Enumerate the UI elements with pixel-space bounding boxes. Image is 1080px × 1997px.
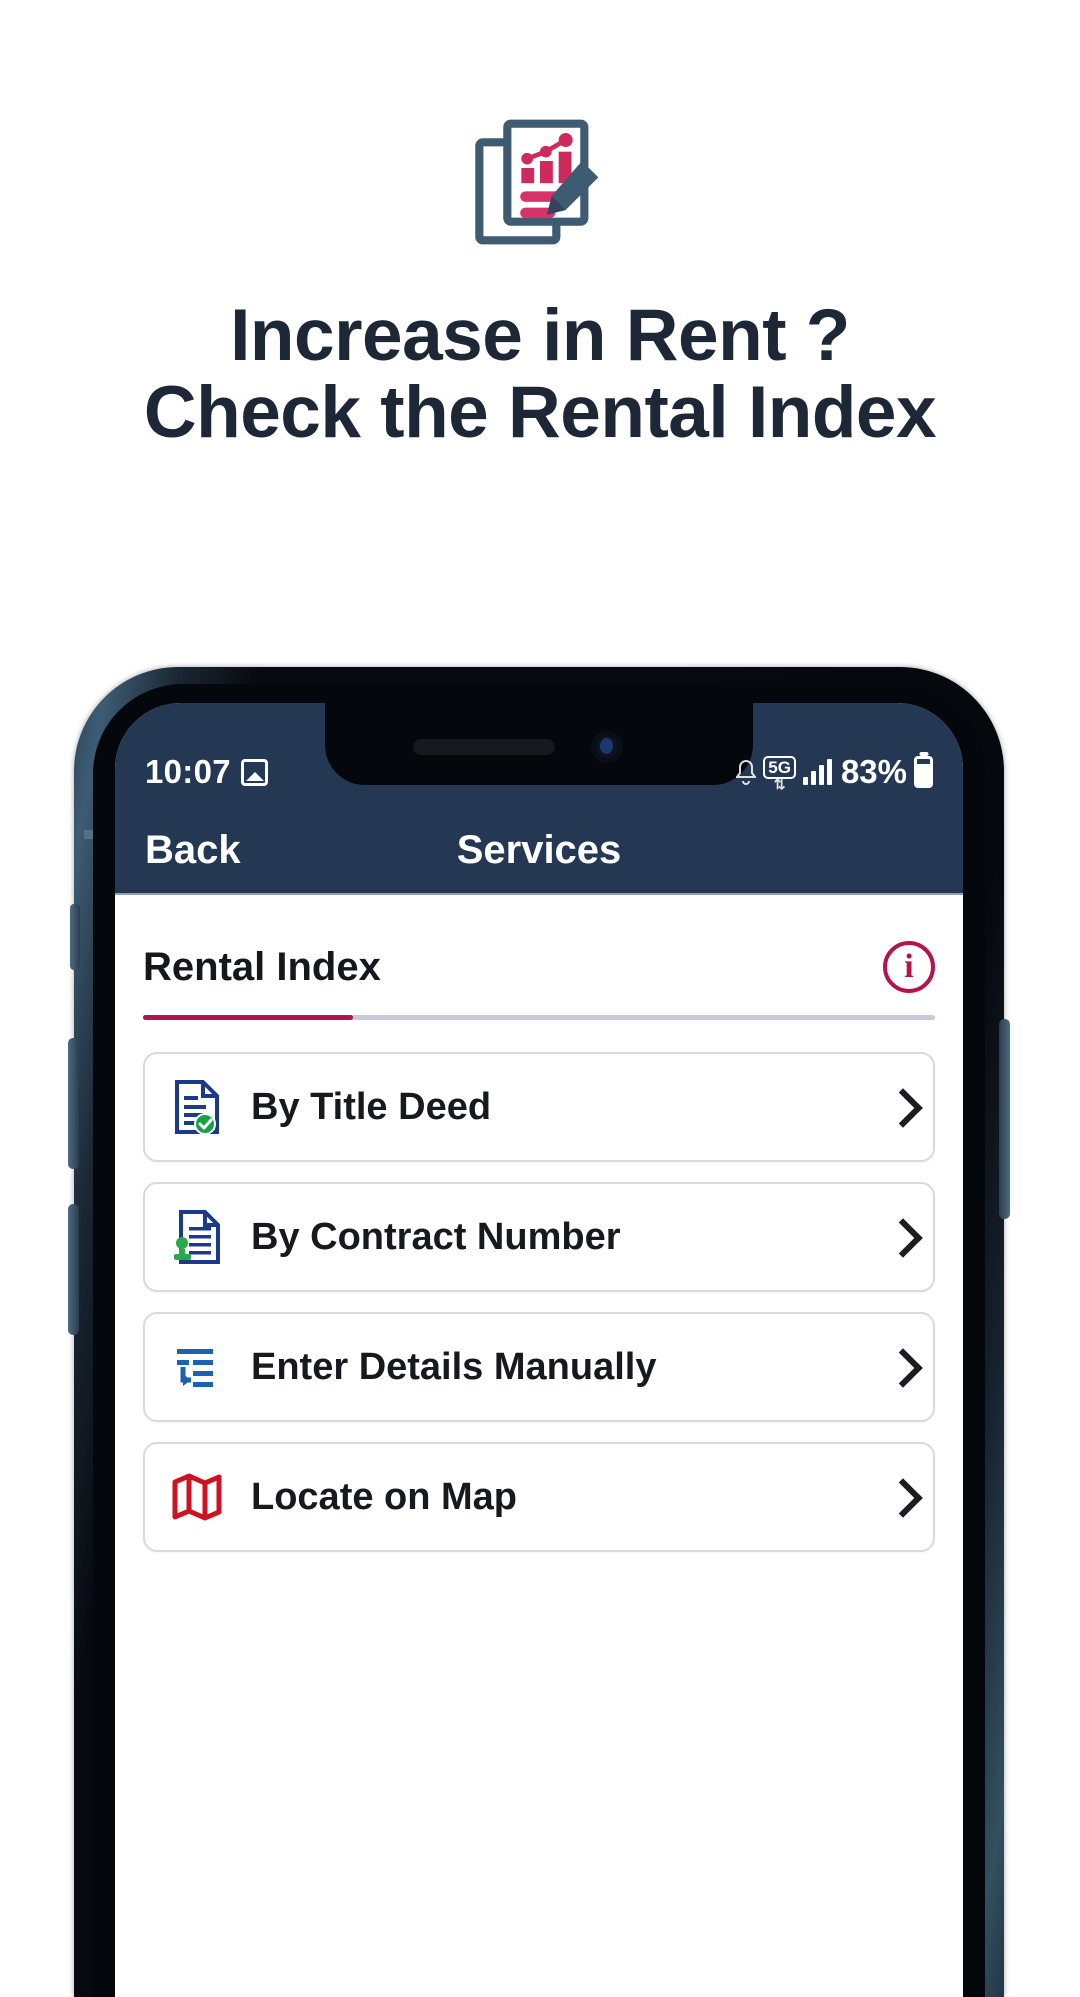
nav-title: Services	[456, 827, 622, 872]
phone-notch	[325, 703, 753, 785]
folded-map-icon	[169, 1469, 225, 1525]
list-item-label: Locate on Map	[251, 1475, 518, 1518]
list-item-label: By Title Deed	[251, 1085, 492, 1128]
chevron-right-icon	[889, 1348, 911, 1386]
form-list-entry-icon	[169, 1339, 225, 1395]
headline-line-2: Check the Rental Index	[143, 371, 937, 453]
status-bar-right: 5G ⇅ 83%	[736, 753, 933, 791]
page-title: Increase in Rent ? Check the Rental Inde…	[0, 252, 1080, 451]
list-item-by-contract-number[interactable]: By Contract Number	[143, 1182, 935, 1292]
back-button[interactable]: Back	[115, 828, 241, 873]
promo-icon-container	[0, 0, 1080, 252]
info-circle-icon[interactable]: i	[883, 941, 935, 993]
volume-down-button[interactable]	[68, 1204, 79, 1335]
antenna-band	[84, 830, 93, 839]
tab-rental-index[interactable]: Rental Index	[143, 945, 381, 990]
phone-mockup: 10:07 5G ⇅ 83% Back Services Rental Inde…	[68, 667, 1010, 1997]
phone-screen: 10:07 5G ⇅ 83% Back Services Rental Inde…	[115, 703, 963, 1997]
app-nav-bar: Back Services	[115, 807, 963, 895]
document-check-icon	[169, 1079, 225, 1135]
status-time: 10:07	[145, 753, 231, 790]
headline-line-1: Increase in Rent ?	[230, 295, 850, 376]
document-stamp-icon	[169, 1209, 225, 1265]
chevron-right-icon	[889, 1478, 911, 1516]
report-chart-document-pencil-icon	[475, 119, 599, 245]
signal-bars-icon	[802, 759, 832, 785]
list-item-by-title-deed[interactable]: By Title Deed	[143, 1052, 935, 1162]
list-item-enter-details-manually[interactable]: Enter Details Manually	[143, 1312, 935, 1422]
silent-switch-button[interactable]	[70, 904, 80, 970]
data-transfer-arrows-icon: ⇅	[773, 775, 786, 792]
image-icon	[240, 758, 268, 786]
list-item-locate-on-map[interactable]: Locate on Map	[143, 1442, 935, 1552]
list-item-label: By Contract Number	[251, 1215, 621, 1258]
power-button[interactable]	[999, 1019, 1010, 1219]
list-item-label: Enter Details Manually	[251, 1345, 657, 1388]
battery-icon	[914, 756, 933, 788]
status-bar-left: 10:07	[145, 753, 268, 791]
chevron-right-icon	[889, 1218, 911, 1256]
earpiece-speaker	[413, 739, 555, 755]
options-list: By Title Deed By Contract Number Enter D…	[143, 1052, 935, 1552]
screen-content: Rental Index i By Title Deed By Contract…	[115, 895, 963, 1997]
alarm-icon	[736, 759, 757, 785]
tab-row: Rental Index i	[143, 895, 935, 993]
chevron-right-icon	[889, 1088, 911, 1126]
volume-up-button[interactable]	[68, 1038, 79, 1169]
network-5g-indicator: 5G ⇅	[763, 755, 796, 792]
front-camera-icon	[591, 731, 623, 763]
tab-underline	[143, 1015, 935, 1020]
status-bar: 10:07 5G ⇅ 83%	[115, 703, 963, 807]
battery-percent-label: 83%	[840, 753, 907, 790]
